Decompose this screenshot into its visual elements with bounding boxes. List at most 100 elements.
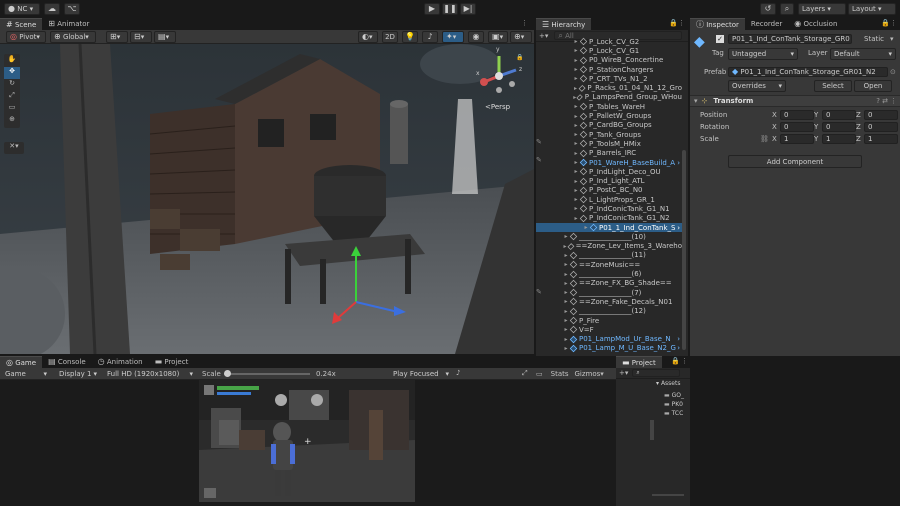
hierarchy-item[interactable]: ▸ ==Zone_Fake_Decals_N01 [536, 297, 682, 306]
hierarchy-scrollbar[interactable] [682, 150, 686, 350]
tab-recorder[interactable]: Recorder [745, 18, 788, 30]
expand-arrow-icon[interactable]: ▸ [572, 196, 580, 203]
audio-toggle[interactable]: ♪ [422, 31, 438, 43]
transform-header[interactable]: ▾ ⊹ Transform ? ⇄ ⋮ [690, 95, 900, 107]
assets-folder[interactable]: ▾ Assets [656, 380, 680, 387]
snap-increment-button[interactable]: ⊟ ▾ [130, 31, 152, 43]
layer-dropdown[interactable]: Default ▾ [830, 48, 896, 60]
collab-button[interactable]: ⌥ [64, 3, 80, 15]
expand-arrow-icon[interactable]: ▸ [562, 233, 570, 240]
step-button[interactable]: ▶| [460, 3, 476, 15]
camera-settings-button[interactable]: ▣ ▾ [488, 31, 508, 43]
hidden-objects-toggle[interactable]: ◉ [468, 31, 484, 43]
play-button[interactable]: ▶ [424, 3, 440, 15]
hierarchy-item[interactable]: ▸ P_LampsPend_Group_WHou [536, 93, 682, 102]
scene-viewport[interactable]: ✋ ✥ ↻ ⤢ ▭ ⊕ ✕▾ y z x 🔒 <Persp [0, 44, 534, 354]
tab-occlusion[interactable]: ◉ Occlusion [788, 18, 843, 30]
move-tool-icon[interactable]: ✥ [4, 67, 20, 79]
hierarchy-item[interactable]: ▸ P_Tank_Groups [536, 130, 682, 139]
tab-project[interactable]: ▬ Project [149, 356, 195, 368]
visibility-icon[interactable]: ✎ [536, 138, 554, 146]
hierarchy-item[interactable]: ▸ P_IndConicTank_G1_N2 [536, 214, 682, 223]
expand-arrow-icon[interactable]: ▸ [562, 289, 570, 296]
hierarchy-item[interactable]: ▸ P_Racks_01_04_N1_12_Gro [536, 83, 682, 92]
tab-animator[interactable]: ⊞ Animator [42, 18, 95, 30]
axis-label-z[interactable]: Z [856, 111, 861, 119]
hierarchy-item[interactable]: ▸ P0_WireB_Concertine [536, 56, 682, 65]
preset-icon[interactable]: ⇄ [882, 97, 888, 105]
axis-label-x[interactable]: X [772, 123, 777, 131]
position-x-field[interactable]: 0 [780, 110, 814, 120]
expand-arrow-icon[interactable]: ▸ [562, 261, 570, 268]
layers-dropdown[interactable]: Layers ▾ [798, 3, 846, 15]
hierarchy-item[interactable]: ▸ P_CardBG_Groups [536, 121, 682, 130]
panel-menu-icon[interactable]: ⋮ [890, 19, 897, 27]
expand-arrow-icon[interactable]: ▸ [572, 131, 580, 138]
visibility-icon[interactable]: ✎ [536, 156, 554, 164]
object-name-field[interactable]: P01_1_Ind_ConTank_Storage_GR0 [728, 34, 852, 44]
help-icon[interactable]: ? [876, 97, 880, 105]
search-button[interactable]: ⌕ [780, 3, 794, 15]
open-button[interactable]: Open [854, 80, 892, 92]
project-folder[interactable]: ▬ GO_ [664, 392, 684, 401]
draw-mode-button[interactable]: ◐ ▾ [358, 31, 378, 43]
pause-button[interactable]: ❚❚ [442, 3, 458, 15]
global-dropdown[interactable]: ⊕ Global ▾ [50, 31, 96, 43]
tab-inspector[interactable]: ⓘ Inspector [690, 18, 745, 30]
persp-label[interactable]: <Persp [485, 103, 510, 111]
static-dropdown[interactable]: ▾ [890, 35, 894, 43]
hierarchy-item[interactable]: ▸ P_CRT_TVs_N1_2 [536, 74, 682, 83]
panel-menu-icon[interactable]: ⋮ [681, 357, 688, 365]
hierarchy-item[interactable]: ▸ P_Lock_CV_G1 [536, 46, 682, 55]
history-button[interactable]: ↺ [760, 3, 776, 15]
panel-menu-icon[interactable]: ⋮ [521, 19, 528, 27]
select-button[interactable]: Select [814, 80, 852, 92]
axis-label-y[interactable]: Y [814, 135, 818, 143]
lock-icon[interactable]: 🔒 [516, 54, 523, 61]
rotation-x-field[interactable]: 0 [780, 122, 814, 132]
axis-label-y[interactable]: Y [814, 123, 818, 131]
expand-arrow-icon[interactable]: ▸ [572, 140, 580, 147]
transform-tool-icon[interactable]: ⊕ [4, 115, 20, 127]
prefab-field[interactable]: ◆ P01_1_Ind_ConTank_Storage_GR01_N2 [728, 67, 888, 77]
scale-slider[interactable] [224, 373, 310, 375]
scale-z-field[interactable]: 1 [864, 134, 898, 144]
lock-icon[interactable]: 🔒 [669, 19, 678, 27]
hierarchy-item[interactable]: ▸ _______________(11) [536, 251, 682, 260]
tab-animation[interactable]: ◷ Animation [92, 356, 149, 368]
expand-arrow-icon[interactable]: ▸ [582, 224, 590, 231]
hierarchy-item[interactable]: ▸ P01_WareH_BaseBuild_A › [536, 158, 682, 167]
hierarchy-item[interactable]: ▸ _______________(12) [536, 307, 682, 316]
hierarchy-item[interactable]: ▸ ==ZoneMusic== [536, 260, 682, 269]
rotation-y-field[interactable]: 0 [822, 122, 856, 132]
scale-tool-icon[interactable]: ⤢ [4, 91, 20, 103]
lock-icon[interactable]: 🔒 [881, 19, 890, 27]
expand-arrow-icon[interactable]: ▸ [572, 66, 580, 73]
axis-label-z[interactable]: Z [856, 123, 861, 131]
hierarchy-item[interactable]: ▸ P01_LampMod_Ur_Base_N › [536, 335, 682, 344]
lighting-toggle[interactable]: 💡 [402, 31, 418, 43]
project-folder[interactable]: ▬ PK0 [664, 401, 684, 410]
hierarchy-item[interactable]: ▸ P_Ind_Light_ATL [536, 176, 682, 185]
expand-arrow-icon[interactable]: ▸ [572, 38, 580, 45]
expand-arrow-icon[interactable]: ▸ [572, 75, 580, 82]
pivot-dropdown[interactable]: ◎ Pivot ▾ [6, 31, 46, 43]
hierarchy-item[interactable]: ▸ P_Lock_CV_G2 [536, 37, 682, 46]
hierarchy-item[interactable]: ▸ ==Zone_FX_BG_Shade== [536, 279, 682, 288]
visibility-icon[interactable]: ✎ [536, 288, 554, 296]
project-scrollbar[interactable] [650, 420, 654, 440]
hierarchy-item[interactable]: ▸ _______________(10) [536, 232, 682, 241]
resolution-dropdown[interactable]: Full HD (1920x1080) ▾ [104, 368, 196, 380]
rotate-tool-icon[interactable]: ↻ [4, 79, 20, 91]
tab-console[interactable]: ▤ Console [42, 356, 92, 368]
game-view-dropdown[interactable]: Game ▾ [2, 368, 50, 380]
hierarchy-item[interactable]: ▸ _______________(7) [536, 288, 682, 297]
expand-arrow-icon[interactable]: ▸ [562, 317, 570, 324]
hierarchy-item[interactable]: ▸ P01_Lamp_M_U_Base_N2_G › [536, 344, 682, 353]
gizmos-dropdown[interactable]: Gizmos [575, 370, 601, 378]
expand-arrow-icon[interactable]: ▸ [562, 298, 570, 305]
position-z-field[interactable]: 0 [864, 110, 898, 120]
link-icon[interactable]: ⛓ [760, 135, 769, 143]
component-menu-icon[interactable]: ⋮ [890, 97, 897, 105]
view-tool-icon[interactable]: ✋ [4, 55, 20, 67]
